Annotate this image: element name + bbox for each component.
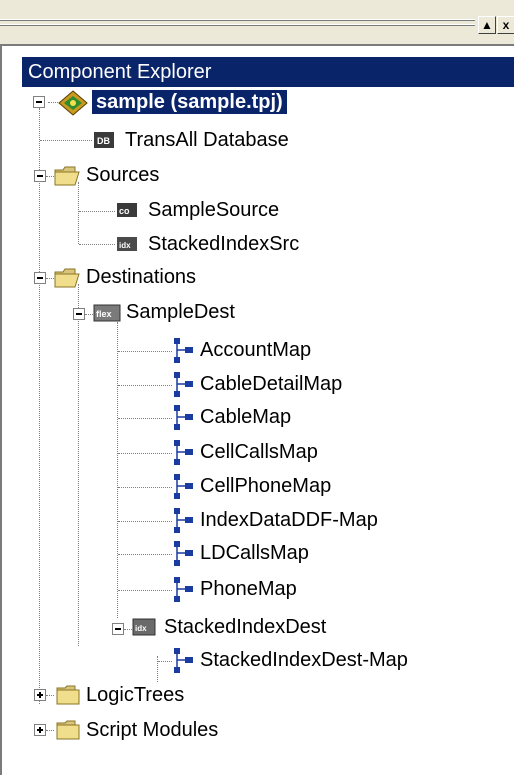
collapse-toggle-stackedindexdest[interactable]: [112, 623, 124, 635]
database-icon: DB: [94, 132, 114, 148]
index-source-icon: idx: [117, 237, 137, 251]
map-icon: [174, 648, 193, 673]
folder-closed-icon: [56, 685, 80, 705]
tree-item-indexdataddf-map[interactable]: IndexDataDDF-Map: [200, 508, 378, 532]
tree-item-script-modules[interactable]: Script Modules: [86, 718, 218, 742]
tree-item-ldcallsmap[interactable]: LDCallsMap: [200, 541, 309, 565]
tree-item-cablemap[interactable]: CableMap: [200, 405, 291, 429]
tree-item-destinations[interactable]: Destinations: [86, 265, 196, 289]
folder-closed-icon: [56, 720, 80, 740]
collapse-toggle-root[interactable]: [33, 96, 45, 108]
tree-item-stackedindexdest[interactable]: StackedIndexDest: [164, 615, 326, 639]
tree-item-transall-database[interactable]: TransAll Database: [125, 128, 289, 152]
component-explorer-window: ▲ x Component Explorer sample (sample.tp…: [0, 0, 514, 775]
collapse-toggle-sampledest[interactable]: [73, 308, 85, 320]
flex-dest-icon: flex: [93, 304, 121, 322]
tree-item-cellphonemap[interactable]: CellPhoneMap: [200, 474, 331, 498]
tree-item-root[interactable]: sample (sample.tpj): [91, 89, 288, 115]
svg-text:idx: idx: [119, 241, 131, 250]
svg-text:idx: idx: [135, 624, 147, 633]
tree-item-cabledetailmap[interactable]: CableDetailMap: [200, 372, 342, 396]
tree-item-stackedindexsrc[interactable]: StackedIndexSrc: [148, 232, 299, 256]
map-icon: [174, 508, 193, 533]
expand-toggle-script-modules[interactable]: [34, 724, 46, 736]
svg-text:flex: flex: [96, 309, 112, 319]
svg-text:DB: DB: [97, 136, 110, 146]
tree-item-stackedindexdest-map[interactable]: StackedIndexDest-Map: [200, 648, 408, 672]
collapse-toggle-destinations[interactable]: [34, 272, 46, 284]
map-icon: [174, 405, 193, 430]
source-icon: co: [117, 203, 137, 217]
folder-open-icon: [54, 166, 80, 186]
map-icon: [174, 338, 193, 363]
index-dest-icon: idx: [132, 618, 156, 636]
tree-item-logictrees[interactable]: LogicTrees: [86, 683, 184, 707]
tree-item-cellcallsmap[interactable]: CellCallsMap: [200, 440, 318, 464]
map-icon: [174, 577, 193, 602]
component-tree: sample (sample.tpj) DB TransAll Database…: [0, 0, 514, 775]
tree-item-sources[interactable]: Sources: [86, 163, 159, 187]
collapse-toggle-sources[interactable]: [34, 170, 46, 182]
tree-item-samplesource[interactable]: SampleSource: [148, 198, 279, 222]
svg-text:co: co: [119, 206, 130, 216]
map-icon: [174, 474, 193, 499]
tree-item-sampledest[interactable]: SampleDest: [126, 300, 235, 324]
map-icon: [174, 440, 193, 465]
map-icon: [174, 541, 193, 566]
folder-open-icon: [54, 268, 80, 288]
expand-toggle-logictrees[interactable]: [34, 689, 46, 701]
tree-item-accountmap[interactable]: AccountMap: [200, 338, 311, 362]
map-icon: [174, 372, 193, 397]
project-icon: [58, 90, 88, 116]
tree-item-phonemap[interactable]: PhoneMap: [200, 577, 297, 601]
